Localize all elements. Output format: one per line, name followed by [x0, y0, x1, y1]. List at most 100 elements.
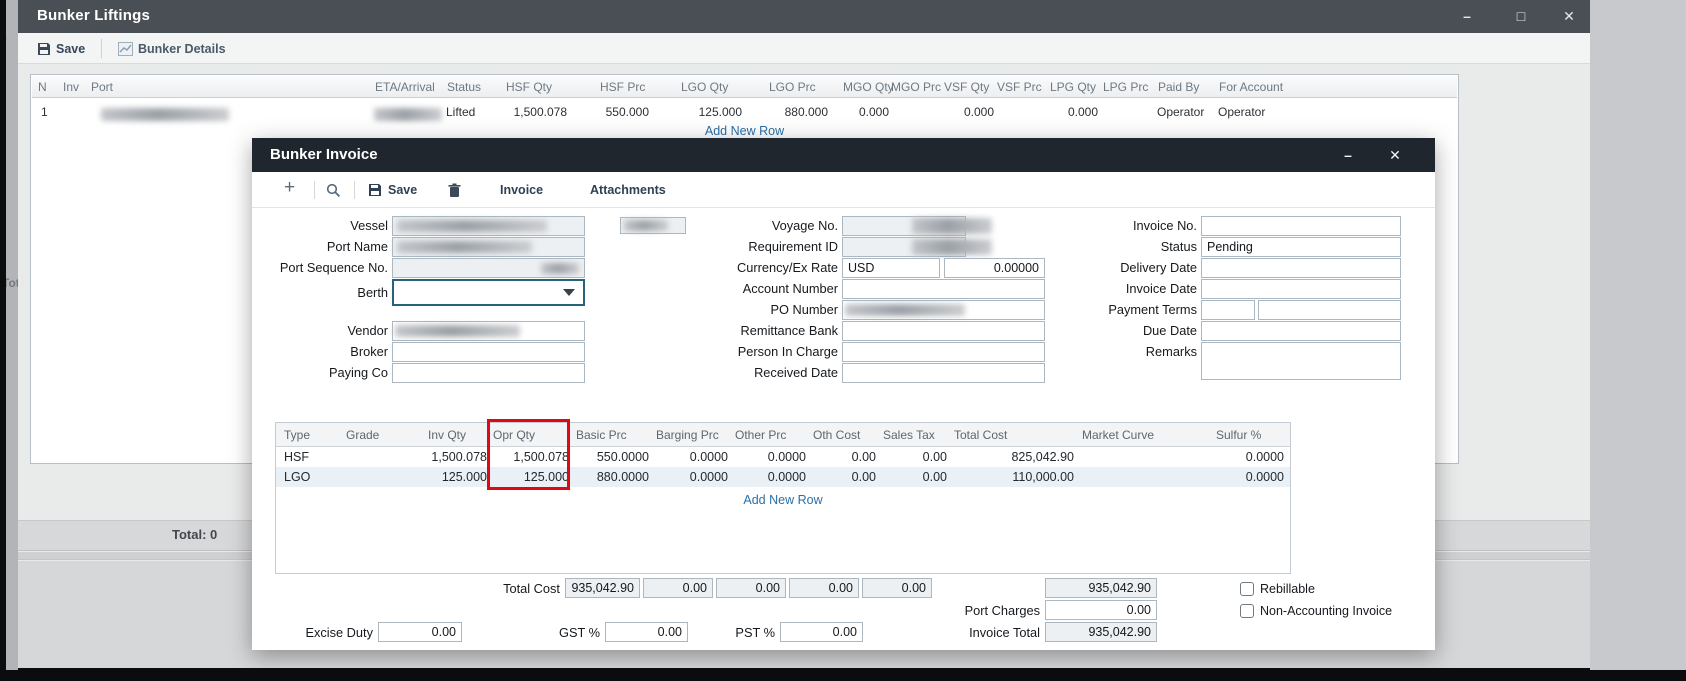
- invoice-no-field[interactable]: [1201, 216, 1401, 236]
- column-header[interactable]: LGO Qty: [681, 80, 728, 94]
- column-header[interactable]: MGO Prc: [891, 80, 941, 94]
- column-header[interactable]: LGO Prc: [769, 80, 816, 94]
- attachments-tab-button[interactable]: Attachments: [590, 180, 666, 200]
- cell-paid-by[interactable]: Operator: [1157, 105, 1204, 119]
- column-header[interactable]: VSF Prc: [997, 80, 1042, 94]
- pst-field[interactable]: [780, 622, 863, 642]
- barging-sum-field[interactable]: [643, 578, 713, 598]
- column-header[interactable]: Market Curve: [1082, 428, 1154, 442]
- minimize-button[interactable]: –: [1336, 146, 1360, 164]
- column-header[interactable]: Opr Qty: [493, 428, 535, 442]
- cell-hsf-prc[interactable]: 550.000: [569, 105, 649, 119]
- column-header[interactable]: Basic Prc: [576, 428, 627, 442]
- column-header[interactable]: N: [38, 80, 47, 94]
- account-number-field[interactable]: [842, 279, 1045, 299]
- status-label: Status: [1052, 237, 1197, 256]
- invoice-total-field[interactable]: [1045, 622, 1157, 642]
- non-accounting-checkbox[interactable]: [1240, 604, 1254, 618]
- cell-hsf-qty[interactable]: 1,500.078: [487, 105, 567, 119]
- cell-status[interactable]: Lifted: [446, 105, 475, 119]
- column-header[interactable]: MGO Qty: [843, 80, 894, 94]
- oth-cost-sum-field[interactable]: [789, 578, 859, 598]
- column-header[interactable]: LPG Qty: [1050, 80, 1096, 94]
- column-header[interactable]: HSF Prc: [600, 80, 645, 94]
- vessel-field[interactable]: [392, 216, 585, 236]
- add-button[interactable]: +: [284, 178, 295, 198]
- cell-lgo-qty[interactable]: 125.000: [662, 105, 742, 119]
- column-header[interactable]: Type: [284, 428, 310, 442]
- cell-lpg-qty[interactable]: 0.000: [1018, 105, 1098, 119]
- cell-n[interactable]: 1: [41, 105, 48, 119]
- status-field[interactable]: [1201, 237, 1401, 257]
- column-header[interactable]: Sulfur %: [1216, 428, 1261, 442]
- close-button[interactable]: ✕: [1556, 6, 1582, 26]
- invoice-tab-button[interactable]: Invoice: [500, 180, 543, 200]
- add-new-row-link[interactable]: Add New Row: [276, 493, 1290, 507]
- payment-terms-field[interactable]: [1258, 300, 1401, 320]
- table-row[interactable]: LGO 125.000 125.000 880.0000 0.0000 0.00…: [276, 467, 1290, 487]
- berth-dropdown[interactable]: [392, 279, 585, 306]
- payment-terms-code-field[interactable]: [1201, 300, 1255, 320]
- column-header[interactable]: Inv Qty: [428, 428, 466, 442]
- po-number-field[interactable]: [842, 300, 1045, 320]
- bunker-details-button[interactable]: Bunker Details: [118, 39, 226, 59]
- ex-rate-field[interactable]: [944, 258, 1045, 278]
- column-header[interactable]: VSF Qty: [944, 80, 989, 94]
- column-header[interactable]: Barging Prc: [656, 428, 719, 442]
- close-button[interactable]: ✕: [1383, 146, 1407, 164]
- payment-terms-label: Payment Terms: [1052, 300, 1197, 319]
- minimize-button[interactable]: –: [1454, 6, 1480, 26]
- excise-duty-field[interactable]: [378, 622, 462, 642]
- port-charges-field[interactable]: [1045, 600, 1157, 620]
- requirement-id-label: Requirement ID: [692, 237, 838, 256]
- grand-total-field[interactable]: [1045, 578, 1157, 598]
- currency-field[interactable]: [842, 258, 940, 278]
- column-header[interactable]: Other Prc: [735, 428, 786, 442]
- column-header[interactable]: Oth Cost: [813, 428, 860, 442]
- delivery-date-field[interactable]: [1201, 258, 1401, 278]
- person-in-charge-field[interactable]: [842, 342, 1045, 362]
- broker-field[interactable]: [392, 342, 585, 362]
- invoice-date-label: Invoice Date: [1052, 279, 1197, 298]
- invoice-date-field[interactable]: [1201, 279, 1401, 299]
- column-header[interactable]: LPG Prc: [1103, 80, 1148, 94]
- port-sequence-field[interactable]: [392, 258, 585, 278]
- trash-icon: [448, 183, 461, 198]
- vessel-code-field[interactable]: [620, 217, 686, 234]
- sales-tax-sum-field[interactable]: [862, 578, 932, 598]
- column-header[interactable]: Status: [447, 80, 481, 94]
- add-new-row-link[interactable]: Add New Row: [31, 124, 1458, 138]
- column-header[interactable]: Inv: [63, 80, 79, 94]
- cell-mgo-qty[interactable]: 0.000: [809, 105, 889, 119]
- port-name-field[interactable]: [392, 237, 585, 257]
- column-header[interactable]: Paid By: [1158, 80, 1199, 94]
- save-button[interactable]: Save: [368, 180, 417, 200]
- vendor-field[interactable]: [392, 321, 585, 341]
- delete-button[interactable]: [448, 180, 461, 200]
- search-button[interactable]: [326, 180, 341, 200]
- column-header[interactable]: HSF Qty: [506, 80, 552, 94]
- cell-for-account[interactable]: Operator: [1218, 105, 1265, 119]
- redacted-vendor: [395, 325, 520, 337]
- due-date-field[interactable]: [1201, 321, 1401, 341]
- column-header[interactable]: Sales Tax: [883, 428, 935, 442]
- maximize-button[interactable]: □: [1508, 6, 1534, 26]
- other-sum-field[interactable]: [716, 578, 786, 598]
- person-in-charge-label: Person In Charge: [692, 342, 838, 361]
- column-header[interactable]: For Account: [1219, 80, 1283, 94]
- received-date-field[interactable]: [842, 363, 1045, 383]
- rebillable-checkbox[interactable]: [1240, 582, 1254, 596]
- column-header[interactable]: Port: [91, 80, 113, 94]
- save-button[interactable]: Save: [37, 39, 85, 59]
- toolbar-separator: [354, 181, 355, 199]
- remarks-field[interactable]: [1201, 342, 1401, 380]
- cell-vsf-qty[interactable]: 0.000: [914, 105, 994, 119]
- table-row[interactable]: HSF 1,500.078 1,500.078 550.0000 0.0000 …: [276, 447, 1290, 467]
- remittance-bank-field[interactable]: [842, 321, 1045, 341]
- column-header[interactable]: ETA/Arrival: [375, 80, 435, 94]
- paying-co-field[interactable]: [392, 363, 585, 383]
- column-header[interactable]: Grade: [346, 428, 379, 442]
- column-header[interactable]: Total Cost: [954, 428, 1007, 442]
- total-cost-sum-field[interactable]: [565, 578, 640, 598]
- window-title: Bunker Liftings: [37, 7, 150, 24]
